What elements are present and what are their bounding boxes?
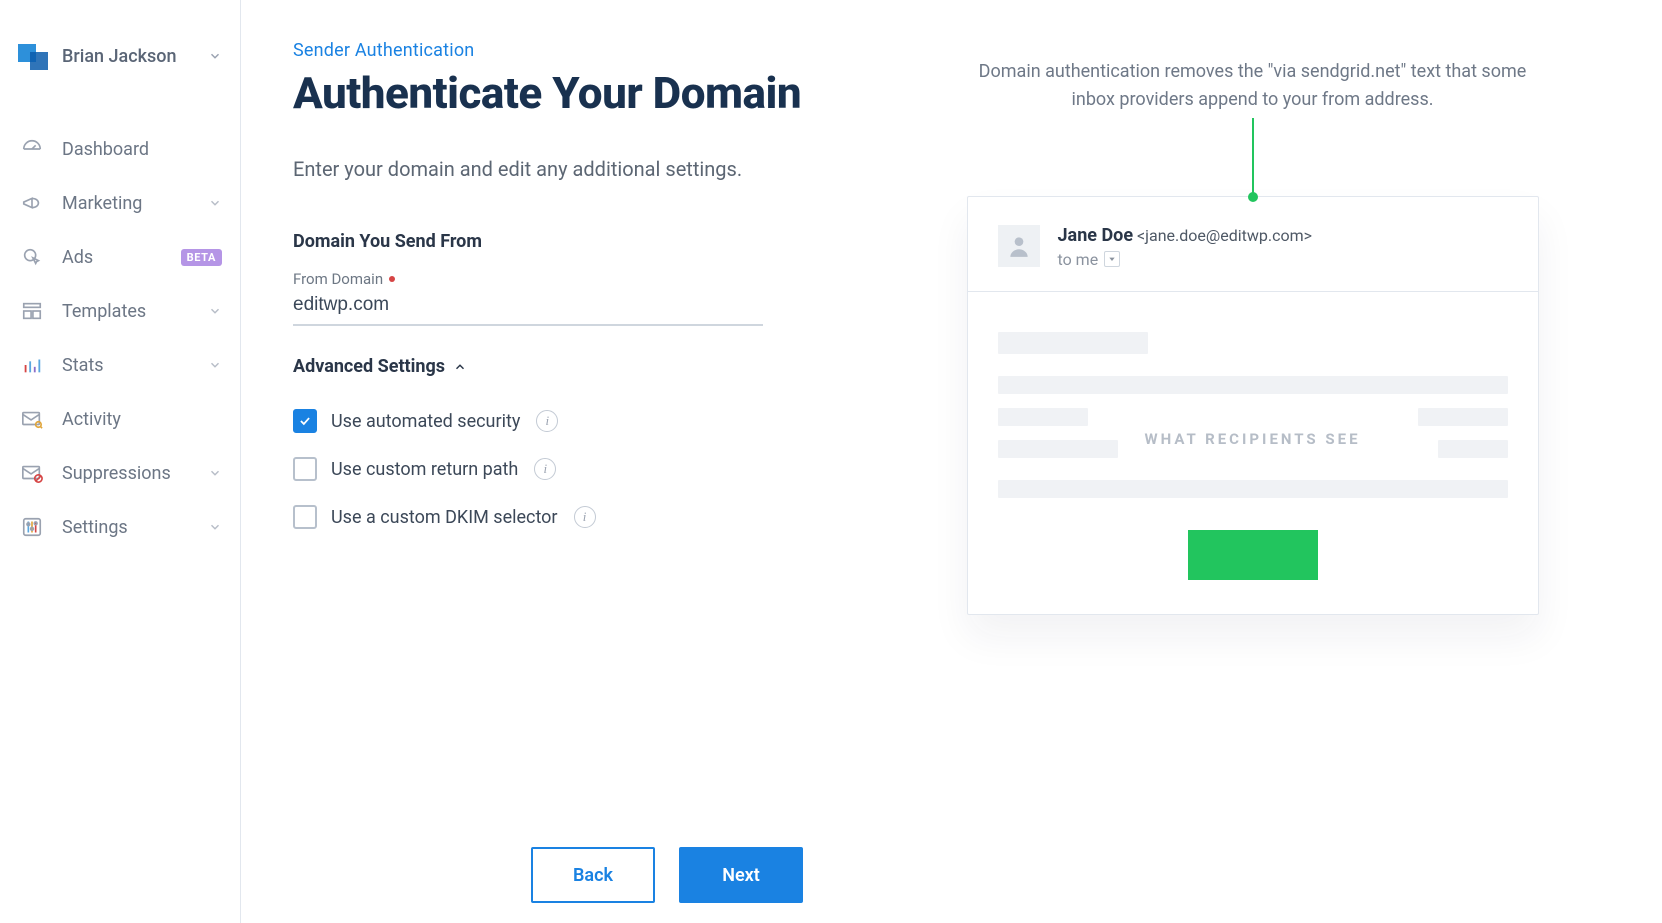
placeholder-line bbox=[998, 332, 1148, 354]
next-button[interactable]: Next bbox=[679, 847, 803, 903]
sidebar-item-activity[interactable]: Activity bbox=[0, 392, 240, 446]
avatar-icon bbox=[998, 225, 1040, 267]
sidebar: Brian Jackson Dashboard Marketing bbox=[0, 0, 241, 923]
sidebar-item-dashboard[interactable]: Dashboard bbox=[0, 122, 240, 176]
automated-security-checkbox[interactable] bbox=[293, 409, 317, 433]
sidebar-item-templates[interactable]: Templates bbox=[0, 284, 240, 338]
chevron-down-icon bbox=[208, 466, 222, 480]
chevron-up-icon bbox=[453, 360, 467, 374]
sidebar-item-label: Ads bbox=[62, 247, 159, 268]
custom-dkim-checkbox[interactable] bbox=[293, 505, 317, 529]
section-domain-label: Domain You Send From bbox=[293, 231, 853, 252]
placeholder-line bbox=[998, 408, 1088, 426]
sidebar-item-label: Activity bbox=[62, 409, 222, 430]
user-name: Brian Jackson bbox=[62, 46, 196, 67]
page-title: Authenticate Your Domain bbox=[293, 69, 853, 118]
sidebar-item-stats[interactable]: Stats bbox=[0, 338, 240, 392]
placeholder-line bbox=[998, 480, 1508, 498]
recipients-see-label: WHAT RECIPIENTS SEE bbox=[968, 430, 1538, 448]
custom-return-path-label: Use custom return path bbox=[331, 459, 518, 480]
chevron-down-icon bbox=[208, 358, 222, 372]
preview-from-email: <jane.doe@editwp.com> bbox=[1137, 226, 1312, 245]
chevron-down-icon bbox=[208, 520, 222, 534]
sidebar-item-suppressions[interactable]: Suppressions bbox=[0, 446, 240, 500]
sidebar-item-ads[interactable]: Ads BETA bbox=[0, 230, 240, 284]
sidebar-item-label: Dashboard bbox=[62, 139, 222, 160]
sidebar-item-settings[interactable]: Settings bbox=[0, 500, 240, 554]
chevron-down-icon bbox=[208, 196, 222, 210]
main-content: Sender Authentication Authenticate Your … bbox=[241, 0, 1662, 923]
placeholder-line bbox=[998, 376, 1508, 394]
sliders-icon bbox=[18, 516, 46, 538]
bar-chart-icon bbox=[18, 354, 46, 376]
required-indicator bbox=[389, 276, 395, 282]
layout-icon bbox=[18, 300, 46, 322]
cursor-click-icon bbox=[18, 246, 46, 268]
recipient-dropdown-icon bbox=[1104, 251, 1120, 267]
info-icon[interactable]: i bbox=[574, 506, 596, 528]
custom-dkim-label: Use a custom DKIM selector bbox=[331, 507, 558, 528]
megaphone-icon bbox=[18, 192, 46, 214]
from-domain-input[interactable] bbox=[293, 290, 763, 326]
breadcrumb[interactable]: Sender Authentication bbox=[293, 40, 853, 61]
mail-search-icon bbox=[18, 408, 46, 430]
sidebar-item-marketing[interactable]: Marketing bbox=[0, 176, 240, 230]
sidebar-item-label: Marketing bbox=[62, 193, 192, 214]
account-switcher[interactable]: Brian Jackson bbox=[0, 30, 240, 102]
sidebar-item-label: Templates bbox=[62, 301, 192, 322]
placeholder-line bbox=[1418, 408, 1508, 426]
sidebar-item-label: Stats bbox=[62, 355, 192, 376]
mail-blocked-icon bbox=[18, 462, 46, 484]
pointer-line bbox=[1252, 118, 1254, 196]
advanced-settings-toggle[interactable]: Advanced Settings bbox=[293, 356, 853, 377]
check-icon bbox=[298, 414, 312, 428]
preview-explanation: Domain authentication removes the "via s… bbox=[973, 58, 1533, 114]
preview-cta-placeholder bbox=[1188, 530, 1318, 580]
email-preview-card: Jane Doe <jane.doe@editwp.com> to me bbox=[967, 196, 1539, 615]
automated-security-label: Use automated security bbox=[331, 411, 520, 432]
custom-return-path-checkbox[interactable] bbox=[293, 457, 317, 481]
beta-badge: BETA bbox=[181, 249, 222, 266]
info-icon[interactable]: i bbox=[534, 458, 556, 480]
sidebar-nav: Dashboard Marketing Ads BETA bbox=[0, 102, 240, 554]
info-icon[interactable]: i bbox=[536, 410, 558, 432]
back-button[interactable]: Back bbox=[531, 847, 655, 903]
sidebar-item-label: Suppressions bbox=[62, 463, 192, 484]
sidebar-item-label: Settings bbox=[62, 517, 192, 538]
chevron-down-icon bbox=[208, 49, 222, 63]
chevron-down-icon bbox=[208, 304, 222, 318]
gauge-icon bbox=[18, 138, 46, 160]
from-domain-label: From Domain bbox=[293, 270, 853, 288]
page-intro: Enter your domain and edit any additiona… bbox=[293, 154, 813, 185]
preview-from-name: Jane Doe bbox=[1058, 225, 1134, 246]
brand-logo bbox=[18, 40, 50, 72]
preview-to-line: to me bbox=[1058, 250, 1313, 269]
